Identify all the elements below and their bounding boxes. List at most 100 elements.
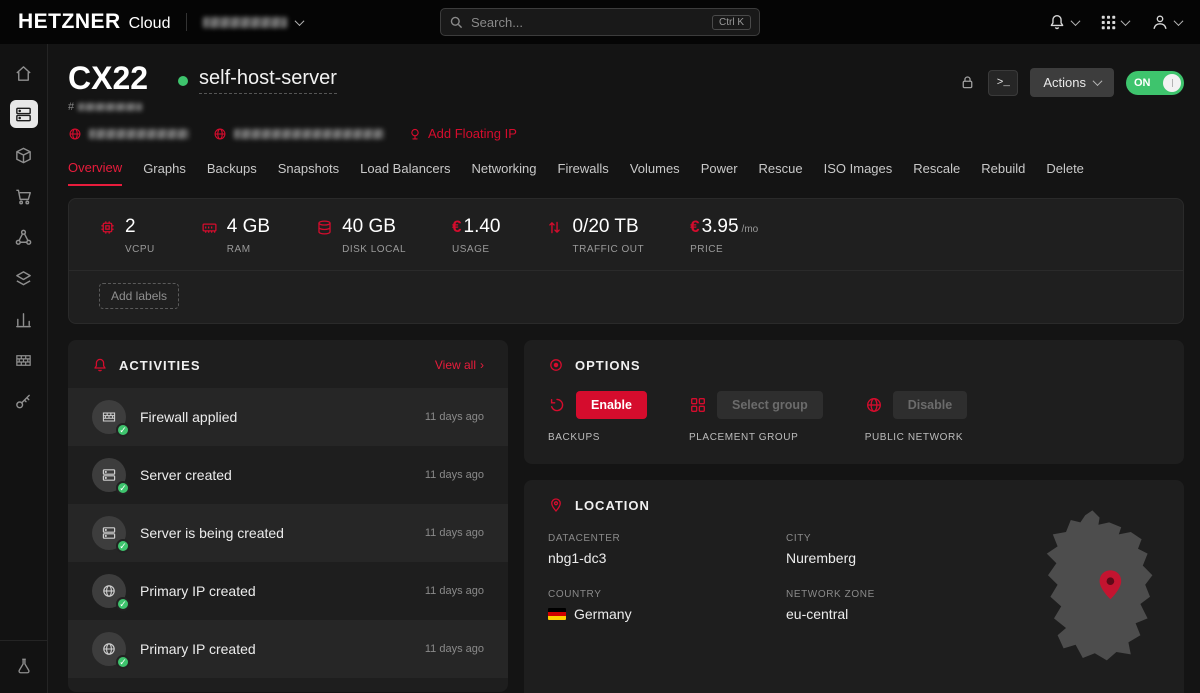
activities-title: ACTIVITIES xyxy=(119,358,201,373)
flask-icon xyxy=(15,657,33,675)
search-shortcut-badge: Ctrl K xyxy=(712,15,751,30)
tab-iso-images[interactable]: ISO Images xyxy=(824,160,893,186)
history-icon xyxy=(548,396,566,414)
product-name: Cloud xyxy=(129,15,171,33)
globe-icon xyxy=(865,396,883,414)
account-menu-button[interactable] xyxy=(1151,13,1182,31)
location-title: LOCATION xyxy=(575,498,650,513)
redacted-ipv6 xyxy=(234,129,384,139)
stat-disk: 40 GB DISK LOCAL xyxy=(316,216,406,255)
labels-row: Add labels xyxy=(69,270,1183,323)
field-value: Nuremberg xyxy=(786,550,1046,566)
server-name[interactable]: self-host-server xyxy=(199,67,337,94)
power-toggle[interactable]: ON xyxy=(1126,71,1184,95)
server-tabs: Overview Graphs Backups Snapshots Load B… xyxy=(68,160,1184,186)
disk-icon xyxy=(316,219,333,241)
tab-power[interactable]: Power xyxy=(701,160,738,186)
sidebar-item-servers[interactable] xyxy=(10,100,38,128)
traffic-arrows-icon xyxy=(546,219,563,241)
lock-icon xyxy=(959,74,976,91)
tab-rescue[interactable]: Rescue xyxy=(759,160,803,186)
sidebar-item-home[interactable] xyxy=(10,59,38,87)
options-header: OPTIONS xyxy=(524,340,1184,388)
activity-avatar: ✓ xyxy=(92,574,126,608)
sidebar-item-firewalls[interactable] xyxy=(10,346,38,374)
placement-group-icon xyxy=(689,396,707,414)
activity-time: 11 days ago xyxy=(425,469,484,481)
field-country: COUNTRY Germany xyxy=(548,589,786,622)
stat-value: 1.40 xyxy=(464,216,501,238)
tab-overview[interactable]: Overview xyxy=(68,160,122,186)
activity-label: Firewall applied xyxy=(140,409,237,425)
add-floating-ip-link[interactable]: Add Floating IP xyxy=(408,126,517,141)
stat-label: TRAFFIC OUT xyxy=(572,244,644,255)
chevron-down-icon xyxy=(295,16,305,26)
tab-rebuild[interactable]: Rebuild xyxy=(981,160,1025,186)
cpu-icon xyxy=(99,219,116,241)
redacted-ipv4 xyxy=(89,129,189,139)
sidebar-item-volumes[interactable] xyxy=(10,141,38,169)
project-selector[interactable] xyxy=(203,17,303,28)
tab-backups[interactable]: Backups xyxy=(207,160,257,186)
tab-delete[interactable]: Delete xyxy=(1046,160,1084,186)
add-labels-button[interactable]: Add labels xyxy=(99,283,179,309)
activity-time: 11 days ago xyxy=(425,411,484,423)
hetzner-logo: HETZNER Cloud xyxy=(18,10,170,34)
sidebar xyxy=(0,44,48,693)
search-input[interactable] xyxy=(471,15,704,30)
sidebar-item-networks[interactable] xyxy=(10,223,38,251)
option-placement-group: Select group PLACEMENT GROUP xyxy=(689,391,823,443)
status-dot-running xyxy=(178,76,188,86)
tab-volumes[interactable]: Volumes xyxy=(630,160,680,186)
stat-value: 2 xyxy=(125,216,136,238)
redacted-project-name xyxy=(203,17,287,28)
protection-lock-button[interactable] xyxy=(959,74,976,91)
sidebar-item-security[interactable] xyxy=(10,387,38,415)
tab-networking[interactable]: Networking xyxy=(471,160,536,186)
disable-public-network-button: Disable xyxy=(893,391,967,419)
stat-usage: € 1.40 USAGE xyxy=(452,216,500,255)
power-state-label: ON xyxy=(1134,77,1151,89)
sidebar-item-labs[interactable] xyxy=(10,652,38,680)
select-placement-group-button: Select group xyxy=(717,391,823,419)
sidebar-item-metrics[interactable] xyxy=(10,305,38,333)
tab-firewalls[interactable]: Firewalls xyxy=(558,160,609,186)
layers-icon xyxy=(14,269,33,288)
server-controls: >_ Actions ON xyxy=(959,68,1184,97)
tab-graphs[interactable]: Graphs xyxy=(143,160,186,186)
tab-snapshots[interactable]: Snapshots xyxy=(278,160,339,186)
chevron-down-icon xyxy=(1071,16,1081,26)
topbar-actions xyxy=(1048,13,1182,31)
view-all-link[interactable]: View all › xyxy=(435,358,484,372)
actions-button[interactable]: Actions xyxy=(1030,68,1114,97)
option-label: PUBLIC NETWORK xyxy=(865,432,967,443)
search-icon xyxy=(449,15,463,29)
globe-icon xyxy=(101,641,117,657)
ipv6-globe-icon xyxy=(213,127,227,141)
tab-rescale[interactable]: Rescale xyxy=(913,160,960,186)
germany-map xyxy=(1042,508,1162,664)
tab-load-balancers[interactable]: Load Balancers xyxy=(360,160,450,186)
enable-backups-button[interactable]: Enable xyxy=(576,391,647,419)
apps-menu-button[interactable] xyxy=(1101,15,1129,30)
success-check-icon: ✓ xyxy=(116,481,130,495)
activity-row: ✓ Firewall applied 11 days ago xyxy=(68,388,508,446)
stat-label: PRICE xyxy=(690,244,758,255)
option-label: BACKUPS xyxy=(548,432,647,443)
germany-flag-icon xyxy=(548,608,566,620)
stat-ram: 4 GB RAM xyxy=(201,216,270,255)
notifications-button[interactable] xyxy=(1048,13,1079,31)
server-stats-card: 2 VCPU 4 GB RAM 40 GB DISK LOCAL xyxy=(68,198,1184,324)
chevron-right-icon: › xyxy=(480,358,484,372)
right-column: OPTIONS Enable BACKUPS xyxy=(524,340,1184,693)
activity-row: ✓ Primary IP created 11 days ago xyxy=(68,620,508,678)
stats-row: 2 VCPU 4 GB RAM 40 GB DISK LOCAL xyxy=(69,199,1183,270)
ipv4-item xyxy=(68,127,189,141)
stat-value: 0/20 TB xyxy=(572,216,638,238)
sidebar-item-marketplace[interactable] xyxy=(10,182,38,210)
content-columns: ACTIVITIES View all › ✓ Firewall applied… xyxy=(68,340,1184,693)
console-button[interactable]: >_ xyxy=(988,70,1018,96)
sidebar-item-snapshots[interactable] xyxy=(10,264,38,292)
view-all-label: View all xyxy=(435,358,476,372)
success-check-icon: ✓ xyxy=(116,423,130,437)
